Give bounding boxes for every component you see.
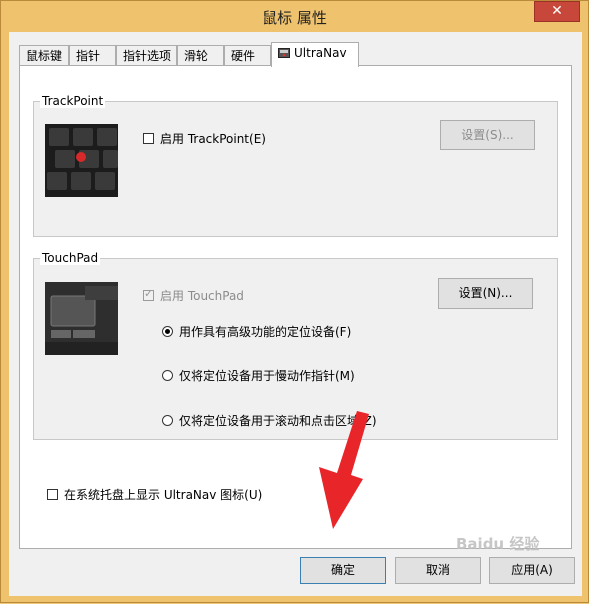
tab-pointers[interactable]: 指针 — [69, 45, 116, 66]
ok-button[interactable]: 确定 — [300, 557, 386, 584]
option-advanced-label: 用作具有高级功能的定位设备(F) — [179, 325, 352, 339]
trackpoint-group: TrackPoint 启用 TrackPoint(E) 设置(S)... — [33, 94, 558, 237]
radio-advanced[interactable] — [162, 326, 173, 337]
radio-slow-pointer[interactable] — [162, 370, 173, 381]
cancel-button[interactable]: 取消 — [395, 557, 481, 584]
show-tray-icon-box[interactable] — [47, 489, 58, 500]
show-tray-icon-checkbox[interactable]: 在系统托盘上显示 UltraNav 图标(U) — [47, 486, 262, 503]
touchpad-group-label: TouchPad — [40, 251, 101, 265]
touchpad-option-slow-pointer[interactable]: 仅将定位设备用于慢动作指针(M) — [162, 367, 355, 384]
close-button[interactable]: ✕ — [534, 1, 580, 22]
trackpoint-settings-button[interactable]: 设置(S)... — [440, 120, 535, 150]
ultranav-tab-page: TrackPoint 启用 TrackPoint(E) 设置(S)... Tou… — [19, 65, 572, 549]
tab-hardware[interactable]: 硬件 — [224, 45, 271, 66]
touchpad-enable-checkbox[interactable]: 启用 TouchPad — [143, 287, 244, 304]
radio-scroll-click[interactable] — [162, 415, 173, 426]
tab-ultranav[interactable]: UltraNav — [271, 42, 359, 67]
tab-wheel[interactable]: 滑轮 — [177, 45, 224, 66]
title-bar[interactable]: 鼠标 属性 ✕ — [1, 1, 588, 32]
tab-buttons[interactable]: 鼠标键 — [19, 45, 69, 66]
baidu-watermark: Baidu 经验 — [456, 535, 540, 553]
touchpad-settings-button[interactable]: 设置(N)... — [438, 278, 533, 309]
touchpad-enable-box[interactable] — [143, 287, 154, 301]
touchpad-option-advanced[interactable]: 用作具有高级功能的定位设备(F) — [162, 323, 351, 340]
trackpoint-keyboard-image — [45, 124, 118, 197]
mouse-properties-window: 鼠标 属性 ✕ 鼠标键 指针 指针选项 滑轮 硬件 UltraNav Track… — [0, 0, 589, 603]
touchpad-enable-label: 启用 TouchPad — [160, 289, 244, 303]
dialog-client-area: 鼠标键 指针 指针选项 滑轮 硬件 UltraNav TrackPoint 启用… — [9, 32, 582, 596]
touchpad-group: TouchPad 启用 TouchPad 设置(N)... — [33, 251, 558, 440]
option-scroll-click-label: 仅将定位设备用于滚动和点击区域(Z) — [179, 414, 377, 428]
dialog-button-bar: 确定 取消 应用(A) — [9, 549, 582, 596]
trackpoint-enable-label: 启用 TrackPoint(E) — [160, 132, 266, 146]
touchpad-image — [45, 282, 118, 355]
trackpoint-enable-box[interactable] — [143, 133, 154, 144]
trackpoint-enable-checkbox[interactable]: 启用 TrackPoint(E) — [143, 130, 266, 147]
tab-pointer-options[interactable]: 指针选项 — [116, 45, 177, 66]
tab-ultranav-label: UltraNav — [294, 46, 347, 60]
ultranav-icon — [278, 45, 290, 58]
option-slow-pointer-label: 仅将定位设备用于慢动作指针(M) — [179, 369, 355, 383]
touchpad-option-scroll-click[interactable]: 仅将定位设备用于滚动和点击区域(Z) — [162, 412, 377, 429]
show-tray-icon-label: 在系统托盘上显示 UltraNav 图标(U) — [64, 488, 263, 502]
apply-button[interactable]: 应用(A) — [489, 557, 575, 584]
trackpoint-group-label: TrackPoint — [40, 94, 106, 108]
window-title: 鼠标 属性 — [262, 9, 327, 27]
